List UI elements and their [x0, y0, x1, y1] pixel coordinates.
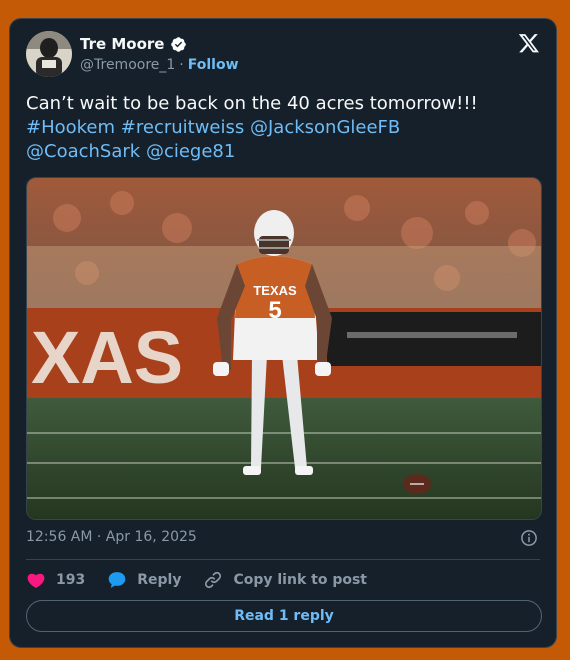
author-name[interactable]: Tre Moore	[80, 35, 165, 53]
verified-badge-icon	[170, 36, 186, 52]
tweet-photo[interactable]: XAS TEXAS 5	[26, 177, 542, 520]
like-count: 193	[56, 572, 86, 588]
follow-button[interactable]: Follow	[188, 57, 239, 73]
jersey-number: 5	[268, 297, 281, 324]
reply-bubble-icon	[108, 572, 126, 588]
divider	[26, 559, 540, 560]
reply-button[interactable]: Reply	[107, 570, 181, 590]
x-logo-icon[interactable]	[518, 32, 540, 54]
tweet-text: Can’t wait to be back on the 40 acres to…	[26, 92, 546, 164]
read-replies-button[interactable]: Read 1 reply	[26, 600, 542, 632]
read-replies-label: Read 1 reply	[234, 608, 334, 624]
copy-link-label: Copy link to post	[233, 572, 367, 588]
author-handle[interactable]: @Tremoore_1	[80, 57, 175, 73]
jersey-word: TEXAS	[253, 283, 297, 298]
copy-link-button[interactable]: Copy link to post	[203, 570, 367, 590]
author-name-line[interactable]: Tre Moore	[80, 35, 187, 53]
mention-jacksongleefb[interactable]: @JacksonGleeFB	[250, 117, 400, 138]
hashtag-recruitweiss[interactable]: #recruitweiss	[121, 117, 244, 138]
mention-ciege81[interactable]: @ciege81	[146, 141, 235, 162]
reply-label: Reply	[137, 572, 182, 588]
avatar[interactable]	[26, 31, 72, 77]
hashtag-hookem[interactable]: #Hookem	[26, 117, 115, 138]
tweet-timestamp[interactable]: 12:56 AM · Apr 16, 2025	[26, 529, 197, 545]
handle-line: @Tremoore_1 · Follow	[80, 57, 239, 73]
mention-coachsark[interactable]: @CoachSark	[26, 141, 140, 162]
action-bar: 193 Reply Copy link to post	[26, 568, 389, 592]
tweet-body: Can’t wait to be back on the 40 acres to…	[26, 93, 478, 114]
tweet-card: Tre Moore @Tremoore_1 · Follow Can’t wai…	[9, 18, 557, 648]
heart-icon	[27, 573, 45, 588]
like-button[interactable]: 193	[26, 570, 85, 590]
wall-lettering: XAS	[31, 316, 183, 399]
separator: ·	[179, 57, 184, 73]
info-icon[interactable]	[520, 529, 538, 547]
link-icon	[205, 571, 222, 589]
